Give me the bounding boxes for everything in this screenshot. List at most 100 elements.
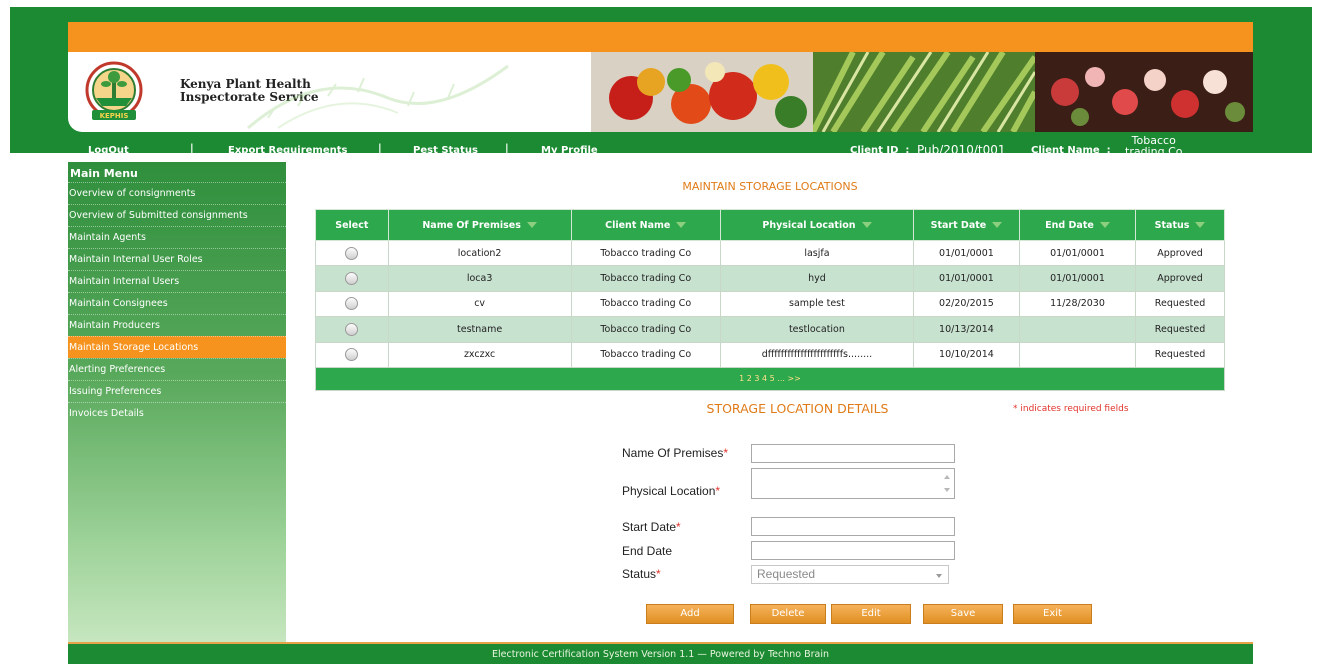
end-date-input[interactable]	[751, 541, 955, 560]
sidebar-item[interactable]: Maintain Storage Locations	[68, 336, 286, 358]
sidebar-item[interactable]: Maintain Producers	[68, 314, 286, 336]
chevron-down-icon	[936, 574, 942, 578]
sidebar-item[interactable]: Alerting Preferences	[68, 358, 286, 380]
flowers-photo	[1035, 52, 1253, 132]
sidebar-item[interactable]: Overview of Submitted consignments	[68, 204, 286, 226]
column-header[interactable]: Physical Location	[719, 209, 914, 241]
sidebar-item[interactable]: Maintain Internal User Roles	[68, 248, 286, 270]
column-header-label: Select	[335, 219, 369, 231]
add-button[interactable]: Add	[646, 604, 734, 624]
table-cell: Tobacco trading Co	[570, 341, 721, 368]
client-name-label: Client Name :	[1031, 145, 1111, 156]
save-button[interactable]: Save	[923, 604, 1003, 624]
row-select-radio[interactable]	[345, 272, 359, 286]
select-cell[interactable]	[315, 316, 389, 343]
select-cell[interactable]	[315, 341, 389, 368]
scroll-up-icon[interactable]	[944, 475, 950, 479]
table-cell: Tobacco trading Co	[570, 239, 721, 267]
column-header-label: Status	[1154, 219, 1190, 231]
select-cell[interactable]	[315, 239, 389, 267]
column-header[interactable]: Status	[1135, 209, 1225, 241]
sort-caret-icon[interactable]	[1195, 222, 1206, 228]
table-row[interactable]: loca3 Tobacco trading Co hyd 01/01/0001 01/0…	[315, 265, 1225, 292]
row-select-radio[interactable]	[345, 297, 359, 311]
table-row[interactable]: testname Tobacco trading Co testlocation 10…	[315, 316, 1225, 343]
scroll-down-icon[interactable]	[944, 488, 950, 492]
kephis-logo: KEPHIS	[85, 61, 143, 120]
start-date-input[interactable]	[751, 517, 955, 536]
client-name-value: Tobacco trading Co	[1125, 134, 1183, 158]
column-header[interactable]: Start Date	[912, 209, 1020, 241]
edit-button[interactable]: Edit	[831, 604, 911, 624]
logout-link[interactable]: LogOut	[88, 145, 129, 156]
column-header: Select	[315, 209, 389, 241]
sidebar-item[interactable]: Invoices Details	[68, 402, 286, 424]
row-select-radio[interactable]	[345, 246, 359, 260]
client-id-value: Pub/2010/t001	[917, 143, 1006, 157]
my-profile-link[interactable]: My Profile	[541, 145, 598, 156]
select-cell[interactable]	[315, 290, 389, 318]
table-cell: Requested	[1135, 316, 1225, 343]
status-select[interactable]: Requested	[751, 565, 949, 584]
start-date-label: Start Date*	[622, 520, 681, 534]
grid-title: MAINTAIN STORAGE LOCATIONS	[682, 180, 858, 193]
table-row[interactable]: cv Tobacco trading Co sample test 02/20/201…	[315, 290, 1225, 318]
sort-caret-icon[interactable]	[676, 222, 687, 228]
details-title: STORAGE LOCATION DETAILS	[706, 401, 889, 416]
exit-button[interactable]: Exit	[1013, 604, 1092, 624]
storage-locations-table: Select Name Of Premises Client Name Physica…	[315, 209, 1225, 391]
table-cell: Tobacco trading Co	[570, 316, 721, 343]
physical-location-textarea[interactable]	[751, 468, 955, 499]
sidebar-item[interactable]: Maintain Consignees	[68, 292, 286, 314]
table-cell: hyd	[719, 265, 914, 292]
sort-caret-icon[interactable]	[526, 222, 537, 228]
sort-caret-icon[interactable]	[861, 222, 872, 228]
table-cell: sample test	[719, 290, 914, 318]
sort-caret-icon[interactable]	[1099, 222, 1110, 228]
table-cell: 10/13/2014	[912, 316, 1020, 343]
required-note: * indicates required fields	[1013, 404, 1129, 414]
vegetables-photo	[591, 52, 813, 132]
table-cell: location2	[387, 239, 572, 267]
table-cell: testlocation	[719, 316, 914, 343]
table-row[interactable]: zxczxc Tobacco trading Co dfffffffffffffff…	[315, 341, 1225, 368]
export-requirements-link[interactable]: Export Requirements	[228, 145, 347, 156]
sort-caret-icon[interactable]	[992, 222, 1003, 228]
sidebar-item[interactable]: Issuing Preferences	[68, 380, 286, 402]
status-label: Status*	[622, 567, 661, 581]
sidebar-item[interactable]: Maintain Agents	[68, 226, 286, 248]
table-cell: Approved	[1135, 239, 1225, 267]
row-select-radio[interactable]	[345, 322, 359, 336]
table-cell	[1018, 316, 1137, 343]
column-header-label: End Date	[1045, 219, 1094, 231]
column-header-label: Name Of Premises	[422, 219, 521, 231]
physical-location-label: Physical Location*	[622, 484, 721, 498]
column-header[interactable]: Client Name	[570, 209, 721, 241]
column-header-label: Start Date	[930, 219, 987, 231]
table-cell: loca3	[387, 265, 572, 292]
end-date-label: End Date	[622, 544, 673, 558]
table-cell: cv	[387, 290, 572, 318]
table-row[interactable]: location2 Tobacco trading Co lasjfa 01/01/0…	[315, 239, 1225, 267]
table-cell: 01/01/0001	[912, 239, 1020, 267]
sidebar-item[interactable]: Overview of consignments	[68, 182, 286, 204]
column-header[interactable]: Name Of Premises	[387, 209, 572, 241]
table-cell: Approved	[1135, 265, 1225, 292]
delete-button[interactable]: Delete	[750, 604, 826, 624]
select-cell[interactable]	[315, 265, 389, 292]
column-header[interactable]: End Date	[1018, 209, 1137, 241]
wheat-photo	[813, 52, 1035, 132]
table-cell: Requested	[1135, 341, 1225, 368]
premises-input[interactable]	[751, 444, 955, 463]
table-cell: 02/20/2015	[912, 290, 1020, 318]
table-cell: 11/28/2030	[1018, 290, 1137, 318]
sidebar-item[interactable]: Maintain Internal Users	[68, 270, 286, 292]
column-header-label: Client Name	[605, 219, 671, 231]
pest-status-link[interactable]: Pest Status	[413, 145, 478, 156]
row-select-radio[interactable]	[345, 348, 359, 362]
footer: Electronic Certification System Version …	[68, 642, 1253, 664]
pager[interactable]: 1 2 3 4 5 ... >>	[315, 366, 1225, 391]
table-cell	[1018, 341, 1137, 368]
table-cell: testname	[387, 316, 572, 343]
nav-separator: |	[190, 143, 194, 154]
